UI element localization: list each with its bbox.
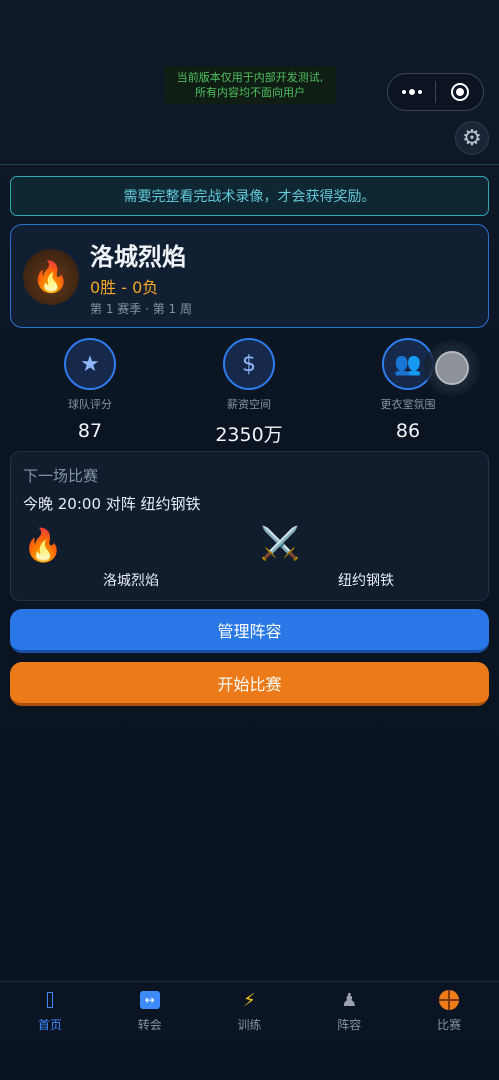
stat-label: 球队评分 — [68, 398, 112, 411]
dollar-icon: $ — [223, 338, 275, 390]
target-icon — [450, 83, 469, 101]
floating-assistive-button[interactable] — [424, 340, 480, 396]
miniprogram-capsule — [387, 73, 484, 111]
start-game-button[interactable]: 开始比赛 — [10, 662, 489, 706]
tab-transfer[interactable]: ↔ 转会 — [100, 982, 200, 1039]
dev-notice-line2: 所有内容均不面向用户 — [195, 86, 305, 99]
close-miniprogram-button[interactable] — [436, 74, 483, 110]
home-team-fire-icon: 🔥 — [23, 526, 63, 564]
header-divider — [0, 164, 499, 165]
app-screen: 当前版本仅用于内部开发测试, 所有内容均不面向用户 ⚙ 需要完整看完战术录像，才… — [0, 0, 499, 1080]
reward-banner: 需要完整看完战术录像，才会获得奖励。 — [10, 176, 489, 216]
dev-notice: 当前版本仅用于内部开发测试, 所有内容均不面向用户 — [164, 66, 336, 104]
settings-button[interactable]: ⚙ — [455, 121, 489, 155]
lightning-icon: ⚡ — [243, 989, 256, 1011]
team-card[interactable]: 🔥 洛城烈焰 0胜 - 0负 第 1 赛季 · 第 1 周 — [10, 224, 489, 328]
next-match-card[interactable]: 下一场比赛 今晚 20:00 对阵 纽约钢铁 🔥 ⚔️ 洛城烈焰 纽约钢铁 — [10, 451, 489, 601]
basketball-icon — [439, 990, 460, 1010]
team-record: 0胜 - 0负 — [90, 278, 159, 297]
stat-label: 薪资空间 — [227, 398, 271, 411]
tab-match[interactable]: 比赛 — [399, 982, 499, 1039]
stat-value: 86 — [395, 420, 421, 442]
transfer-icon: ↔ — [139, 991, 160, 1009]
next-match-title: 下一场比赛 — [23, 467, 99, 485]
away-team-swords-icon: ⚔️ — [260, 524, 300, 562]
stat-label: 更衣室氛围 — [380, 398, 436, 411]
team-logo: 🔥 — [23, 249, 79, 305]
stat-value: 87 — [77, 420, 103, 442]
pawn-icon: ♟ — [341, 989, 358, 1011]
tab-home[interactable]: 首页 — [0, 982, 100, 1039]
team-name: 洛城烈焰 — [90, 243, 186, 271]
tab-label: 阵容 — [337, 1018, 362, 1032]
home-team-name: 洛城烈焰 — [103, 573, 159, 589]
tab-label: 转会 — [137, 1018, 162, 1032]
home-icon — [46, 992, 53, 1008]
stat-team-rating[interactable]: ★ 球队评分 87 — [30, 338, 150, 442]
tab-roster[interactable]: ♟ 阵容 — [299, 982, 399, 1039]
tab-label: 比赛 — [437, 1018, 462, 1032]
stat-salary-space[interactable]: $ 薪资空间 2350万 — [189, 338, 309, 447]
team-season: 第 1 赛季 · 第 1 周 — [90, 302, 192, 316]
fire-icon: 🔥 — [32, 259, 70, 295]
more-dots-icon — [401, 89, 422, 95]
tab-label: 首页 — [37, 1018, 62, 1032]
stat-value: 2350万 — [215, 424, 283, 446]
tab-label: 训练 — [237, 1018, 262, 1032]
bottom-tab-bar: 首页 ↔ 转会 ⚡ 训练 ♟ 阵容 比赛 — [0, 981, 499, 1039]
dev-notice-line1: 当前版本仅用于内部开发测试, — [176, 71, 324, 84]
away-team-name: 纽约钢铁 — [338, 573, 394, 589]
assistive-dot-icon — [435, 351, 469, 385]
more-menu-button[interactable] — [388, 74, 435, 110]
gear-icon: ⚙ — [462, 125, 482, 151]
manage-roster-button[interactable]: 管理阵容 — [10, 609, 489, 653]
next-match-time: 今晚 20:00 对阵 纽约钢铁 — [23, 495, 201, 513]
star-icon: ★ — [64, 338, 116, 390]
tab-training[interactable]: ⚡ 训练 — [200, 982, 300, 1039]
